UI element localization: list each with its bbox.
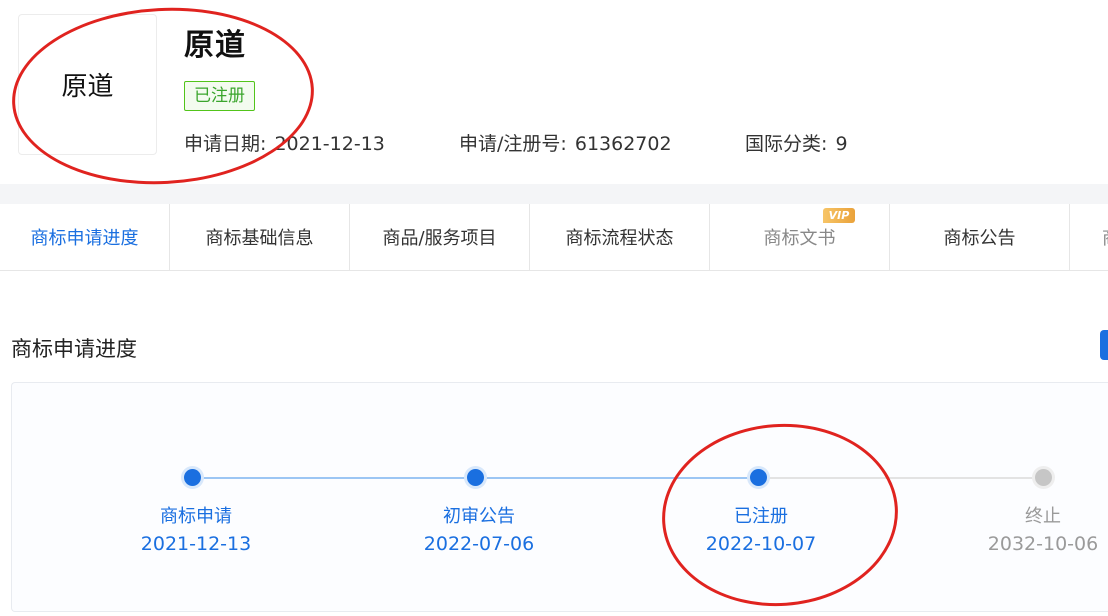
international-class-value: 9 <box>835 133 848 155</box>
trademark-name: 原道 <box>184 28 246 63</box>
tab-label: 商 <box>1102 224 1108 250</box>
step-label: 终止 <box>1025 506 1061 527</box>
tab-bar: 商标申请进度 商标基础信息 商品/服务项目 商标流程状态 VIP 商标文书 商标… <box>0 204 1108 271</box>
tab-process-status[interactable]: 商标流程状态 <box>530 204 710 270</box>
trademark-logo: 原道 <box>18 14 157 155</box>
section-title: 商标申请进度 <box>11 337 137 361</box>
timeline-segment <box>484 477 750 479</box>
timeline-dot <box>750 469 767 486</box>
timeline-segment <box>767 477 1035 479</box>
section-divider <box>0 184 1108 204</box>
tab-label: 商标申请进度 <box>30 228 139 249</box>
step-label: 商标申请 <box>160 506 232 527</box>
tab-basic-info[interactable]: 商标基础信息 <box>170 204 350 270</box>
tab-goods-services[interactable]: 商品/服务项目 <box>350 204 530 270</box>
apply-date-value: 2021-12-13 <box>274 133 385 155</box>
timeline-dot <box>467 469 484 486</box>
trademark-header: 原道 原道 已注册 申请日期: 2021-12-13 申请/注册号: 61362… <box>0 0 1108 186</box>
registration-number-value: 61362702 <box>574 133 672 155</box>
progress-panel <box>11 382 1108 612</box>
timeline-dot <box>1035 469 1052 486</box>
step-label: 初审公告 <box>443 506 515 527</box>
side-scroll-tab[interactable] <box>1100 330 1108 360</box>
step-date: 2022-07-06 <box>423 533 535 555</box>
apply-date-label: 申请日期: <box>184 133 267 155</box>
tab-label: 商标基础信息 <box>205 228 314 249</box>
tab-label: 商标文书 <box>763 228 836 249</box>
tab-announcements[interactable]: 商标公告 <box>890 204 1070 270</box>
step-date: 2032-10-06 <box>987 533 1099 555</box>
tab-label: 商标公告 <box>943 228 1016 249</box>
step-date: 2021-12-13 <box>140 533 252 555</box>
vip-badge: VIP <box>823 208 855 223</box>
international-class: 国际分类: 9 <box>745 129 848 156</box>
step-label: 已注册 <box>734 506 788 527</box>
step-date: 2022-10-07 <box>705 533 817 555</box>
tab-label: 商标流程状态 <box>565 228 674 249</box>
tab-more[interactable]: 商 <box>1070 204 1108 270</box>
tab-label: 商品/服务项目 <box>382 228 497 249</box>
registration-number: 申请/注册号: 61362702 <box>459 129 672 156</box>
international-class-label: 国际分类: <box>745 133 828 155</box>
tab-documents[interactable]: VIP 商标文书 <box>710 204 890 270</box>
status-badge: 已注册 <box>184 81 255 111</box>
registration-number-label: 申请/注册号: <box>459 133 567 155</box>
timeline-segment <box>200 477 467 479</box>
apply-date: 申请日期: 2021-12-13 <box>184 129 385 156</box>
tab-application-progress[interactable]: 商标申请进度 <box>0 204 170 270</box>
timeline-dot <box>184 469 201 486</box>
spacer <box>0 271 1108 311</box>
